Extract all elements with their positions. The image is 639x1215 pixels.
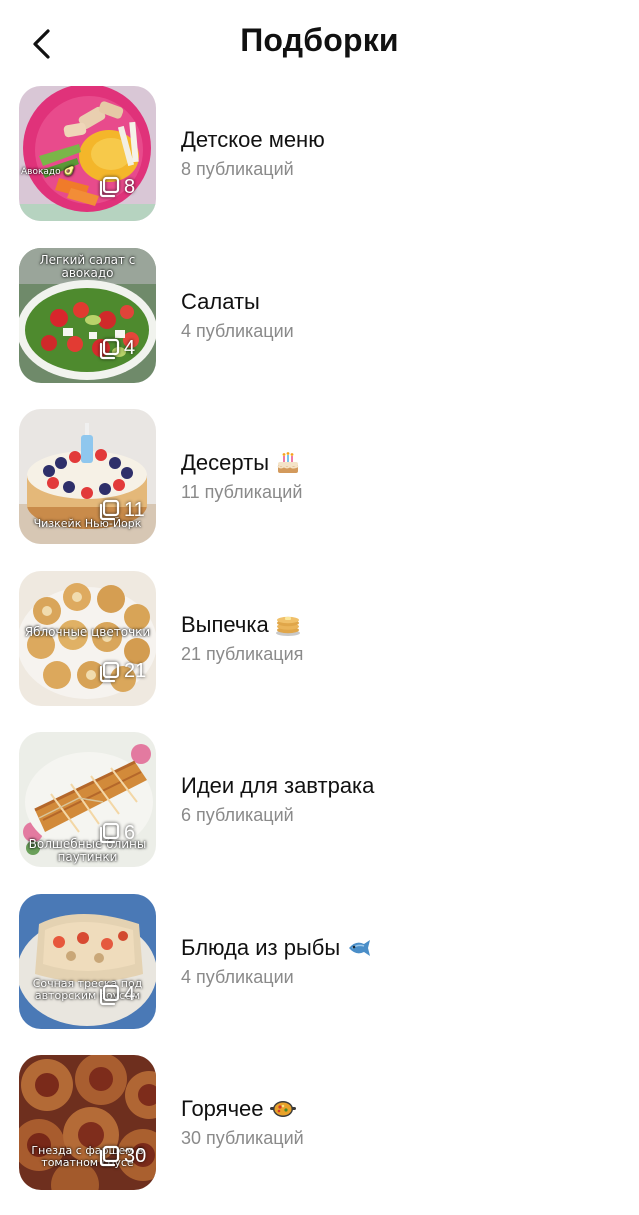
collection-count-label: 11 публикаций — [181, 482, 303, 502]
collection-title-text: Горячее — [181, 1096, 264, 1121]
thumbnail-count: 8 — [124, 175, 136, 198]
multiple-posts-icon — [99, 984, 120, 1005]
pancakes-icon — [275, 616, 300, 636]
collection-title: Детское меню — [181, 127, 325, 153]
paella-pan-icon — [269, 1101, 296, 1117]
thumbnail-count: 4 — [124, 337, 136, 359]
collection-title-text: Выпечка — [181, 611, 269, 637]
thumbnail-count: 11 — [124, 498, 145, 521]
thumbnail-count-badge: 6 — [97, 820, 135, 846]
fish-icon — [349, 939, 371, 956]
collection-thumbnail: Яблочные цветочки 21 — [19, 570, 156, 706]
collection-thumbnail: Легкий салат с авокадо 4 — [19, 247, 156, 383]
collection-item-salads[interactable]: Легкий салат с авокадо 4 Салаты 4 публик… — [0, 246, 639, 408]
collection-count-label: 30 публикаций — [181, 1128, 304, 1148]
page-title: Подборки — [240, 22, 399, 58]
thumbnail-count-badge: 8 — [97, 174, 135, 200]
thumbnail-count: 4 — [124, 983, 136, 1005]
collection-item-hot-dishes[interactable]: Гнезда с фаршем в томатном соусе 30 Горя… — [0, 1053, 639, 1215]
collection-title: Выпечка — [181, 612, 301, 638]
collection-title-text: Салаты — [181, 288, 260, 314]
collection-title-text: Блюда из рыбы — [181, 934, 341, 960]
thumbnail-count-badge: 4 — [97, 336, 135, 362]
thumbnail-count-badge: 21 — [97, 659, 146, 685]
collection-count-label: 4 публикации — [181, 966, 294, 987]
collection-title-text: Детское меню — [181, 127, 325, 152]
collection-thumbnail: Волшебные блины паутинки 6 — [19, 732, 156, 867]
collection-title: Блюда из рыбы — [181, 935, 372, 961]
collection-title: Горячее — [181, 1096, 296, 1122]
collection-count-label: 8 публикаций — [181, 159, 294, 179]
collection-count-label: 6 публикаций — [181, 805, 294, 825]
multiple-posts-icon — [99, 661, 120, 682]
thumbnail-count-badge: 4 — [97, 982, 135, 1008]
thumbnail-count: 30 — [124, 1144, 147, 1167]
header: Подборки — [0, 0, 639, 86]
baked-cod-image — [19, 893, 156, 1029]
collection-title: Идеи для завтрака — [181, 773, 374, 799]
collection-item-breakfast[interactable]: Волшебные блины паутинки 6 Идеи для завт… — [0, 730, 639, 892]
multiple-posts-icon — [99, 1145, 120, 1167]
collection-title-text: Десерты — [181, 450, 270, 475]
collection-title: Салаты — [181, 289, 260, 315]
multiple-posts-icon — [99, 822, 120, 844]
thumbnail-count-badge: 30 — [97, 1143, 146, 1169]
collection-thumbnail: Авокадо 🥑 8 — [19, 86, 156, 221]
collection-item-fish[interactable]: Сочная треска под авторским соусом 4 Блю… — [0, 892, 639, 1054]
thumbnail-count-badge: 11 — [97, 497, 145, 523]
collection-thumbnail: Чизкейк Нью-Йорк 11 — [19, 409, 156, 544]
thumbnail-count: 6 — [124, 821, 136, 844]
birthday-cake-icon — [277, 452, 299, 473]
thumbnail-caption: Авокадо 🥑 — [21, 167, 75, 177]
collection-item-baking[interactable]: Яблочные цветочки 21 Выпечка 21 публикац… — [0, 569, 639, 731]
multiple-posts-icon — [99, 338, 120, 359]
multiple-posts-icon — [99, 176, 120, 198]
collection-thumbnail: Сочная треска под авторским соусом 4 — [19, 893, 156, 1029]
thumbnail-caption: Легкий салат с авокадо — [39, 252, 136, 280]
thumbnail-count: 21 — [124, 660, 147, 682]
kids-plate-image — [19, 86, 156, 221]
collection-count-label: 21 публикация — [181, 643, 304, 664]
collections-list: Авокадо 🥑 8 Детское меню 8 публикаций Ле… — [0, 84, 639, 1215]
multiple-posts-icon — [99, 499, 120, 521]
thumbnail-caption: Яблочные цветочки — [24, 624, 151, 639]
collection-item-kids-menu[interactable]: Авокадо 🥑 8 Детское меню 8 публикаций — [0, 84, 639, 246]
collection-thumbnail: Гнезда с фаршем в томатном соусе 30 — [19, 1055, 156, 1190]
collection-title: Десерты — [181, 450, 301, 476]
pasta-nests-image — [19, 1055, 156, 1190]
collection-item-desserts[interactable]: Чизкейк Нью-Йорк 11 Десерты 11 публикаци… — [0, 407, 639, 569]
collection-title-text: Идеи для завтрака — [181, 773, 375, 798]
collection-count-label: 4 публикации — [181, 320, 294, 341]
